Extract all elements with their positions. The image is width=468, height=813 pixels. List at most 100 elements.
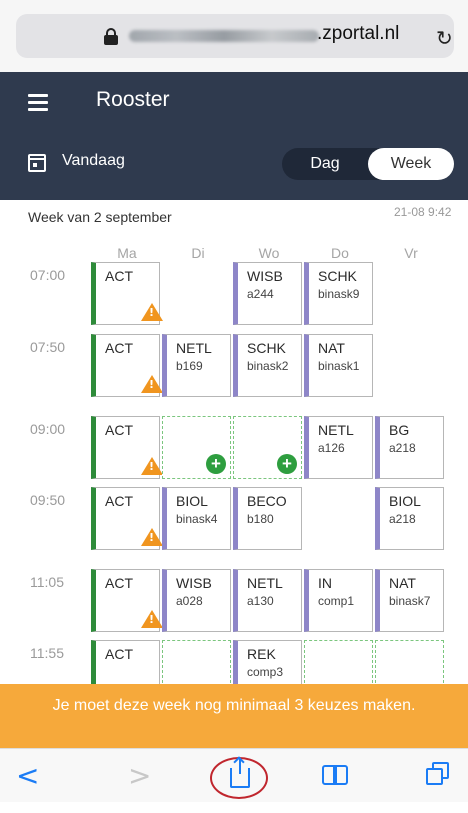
lesson-room: b169 <box>176 359 203 373</box>
lesson-slot[interactable]: IN comp1 <box>304 569 373 632</box>
add-choice-icon[interactable]: + <box>206 454 226 474</box>
period-time: 11:05 <box>30 574 64 590</box>
add-choice-icon[interactable]: + <box>277 454 297 474</box>
lesson-slot[interactable]: NETL a126 <box>304 416 373 479</box>
warning-icon <box>141 375 163 393</box>
chevron-right-icon[interactable]: > <box>128 759 151 813</box>
lesson-code: SCHK <box>318 268 357 284</box>
day-header: Di <box>191 245 205 261</box>
lesson-code: WISB <box>176 575 212 591</box>
lesson-code: NETL <box>318 422 354 438</box>
lesson-code: BIOL <box>389 493 421 509</box>
lesson-room: binask9 <box>318 287 360 301</box>
lesson-code: ACT <box>105 575 133 591</box>
period-time: 11:55 <box>30 645 64 661</box>
warning-icon <box>141 303 163 321</box>
lesson-code: BG <box>389 422 410 438</box>
reload-icon[interactable]: ↻ <box>436 26 453 51</box>
lesson-code: ACT <box>105 268 133 284</box>
act-slot[interactable]: ACT <box>91 262 163 325</box>
lesson-slot[interactable]: BG a218 <box>375 416 444 479</box>
lesson-room: binask2 <box>247 359 289 373</box>
lesson-slot[interactable]: NAT binask1 <box>304 334 373 397</box>
browser-address-bar: .zportal.nl ↻ <box>0 0 468 72</box>
lesson-code: BIOL <box>176 493 208 509</box>
act-slot[interactable]: ACT <box>91 569 163 632</box>
lesson-slot[interactable]: NETL b169 <box>162 334 231 397</box>
choice-warning-banner: Je moet deze week nog minimaal 3 keuzes … <box>0 684 468 748</box>
lesson-slot[interactable]: SCHK binask9 <box>304 262 373 325</box>
today-button[interactable]: Vandaag <box>62 152 125 170</box>
warning-icon <box>141 610 163 628</box>
url-domain: .zportal.nl <box>317 23 400 44</box>
lesson-room: binask4 <box>176 512 218 526</box>
share-icon[interactable] <box>230 758 250 788</box>
lesson-code: NAT <box>389 575 416 591</box>
lesson-room: a218 <box>389 441 416 455</box>
act-slot[interactable]: ACT <box>91 640 160 688</box>
act-slot[interactable]: ACT <box>91 334 163 397</box>
lesson-code: WISB <box>247 268 283 284</box>
tabs-icon[interactable] <box>426 762 450 786</box>
lock-icon <box>104 28 118 45</box>
lesson-slot[interactable]: BIOL a218 <box>375 487 444 550</box>
lesson-room: a244 <box>247 287 274 301</box>
menu-icon[interactable] <box>28 94 48 111</box>
last-updated: 21-08 9:42 <box>394 205 452 219</box>
lesson-code: NETL <box>247 575 283 591</box>
page-title: Rooster <box>96 88 170 111</box>
act-slot[interactable]: ACT <box>91 487 163 550</box>
view-day-option[interactable]: Dag <box>282 148 368 180</box>
week-label: Week van 2 september <box>28 209 172 225</box>
lesson-slot[interactable]: BIOL binask4 <box>162 487 231 550</box>
lesson-code: BECO <box>247 493 287 509</box>
book-icon[interactable] <box>322 765 350 785</box>
day-header: Ma <box>117 245 137 261</box>
free-slot[interactable] <box>162 640 231 688</box>
lesson-slot[interactable]: WISB a244 <box>233 262 302 325</box>
day-header: Vr <box>404 245 418 261</box>
url-field[interactable]: .zportal.nl ↻ <box>16 14 454 58</box>
lesson-code: REK <box>247 646 276 662</box>
chevron-left-icon[interactable]: < <box>16 759 39 813</box>
url-redacted <box>129 30 319 42</box>
lesson-code: ACT <box>105 646 133 662</box>
lesson-room: a218 <box>389 512 416 526</box>
lesson-slot[interactable]: SCHK binask2 <box>233 334 302 397</box>
lesson-code: ACT <box>105 493 133 509</box>
lesson-code: NETL <box>176 340 212 356</box>
lesson-room: a028 <box>176 594 203 608</box>
lesson-room: a130 <box>247 594 274 608</box>
lesson-room: a126 <box>318 441 345 455</box>
warning-icon <box>141 528 163 546</box>
lesson-slot[interactable]: WISB a028 <box>162 569 231 632</box>
lesson-room: b180 <box>247 512 274 526</box>
free-slot[interactable]: + <box>233 416 302 479</box>
lesson-code: SCHK <box>247 340 286 356</box>
period-time: 09:50 <box>30 492 66 508</box>
free-slot[interactable] <box>375 640 444 688</box>
lesson-code: NAT <box>318 340 345 356</box>
calendar-icon[interactable] <box>28 154 46 172</box>
view-toggle: Dag Week <box>282 148 454 180</box>
lesson-code: ACT <box>105 422 133 438</box>
lesson-slot[interactable]: BECO b180 <box>233 487 302 550</box>
free-slot[interactable]: + <box>162 416 231 479</box>
day-header: Do <box>331 245 349 261</box>
period-time: 09:00 <box>30 421 66 437</box>
day-header: Wo <box>258 245 280 261</box>
free-slot[interactable] <box>304 640 373 688</box>
lesson-room: binask7 <box>389 594 431 608</box>
lesson-slot[interactable]: REK comp3 <box>233 640 302 688</box>
lesson-slot[interactable]: NETL a130 <box>233 569 302 632</box>
warning-icon <box>141 457 163 475</box>
lesson-code: ACT <box>105 340 133 356</box>
period-time: 07:00 <box>30 267 66 283</box>
period-time: 07:50 <box>30 339 66 355</box>
act-slot[interactable]: ACT <box>91 416 163 479</box>
lesson-room: comp1 <box>318 594 355 608</box>
lesson-code: IN <box>318 575 332 591</box>
app-header: Rooster Vandaag Dag Week <box>0 72 468 200</box>
lesson-slot[interactable]: NAT binask7 <box>375 569 444 632</box>
view-week-option[interactable]: Week <box>368 148 454 180</box>
